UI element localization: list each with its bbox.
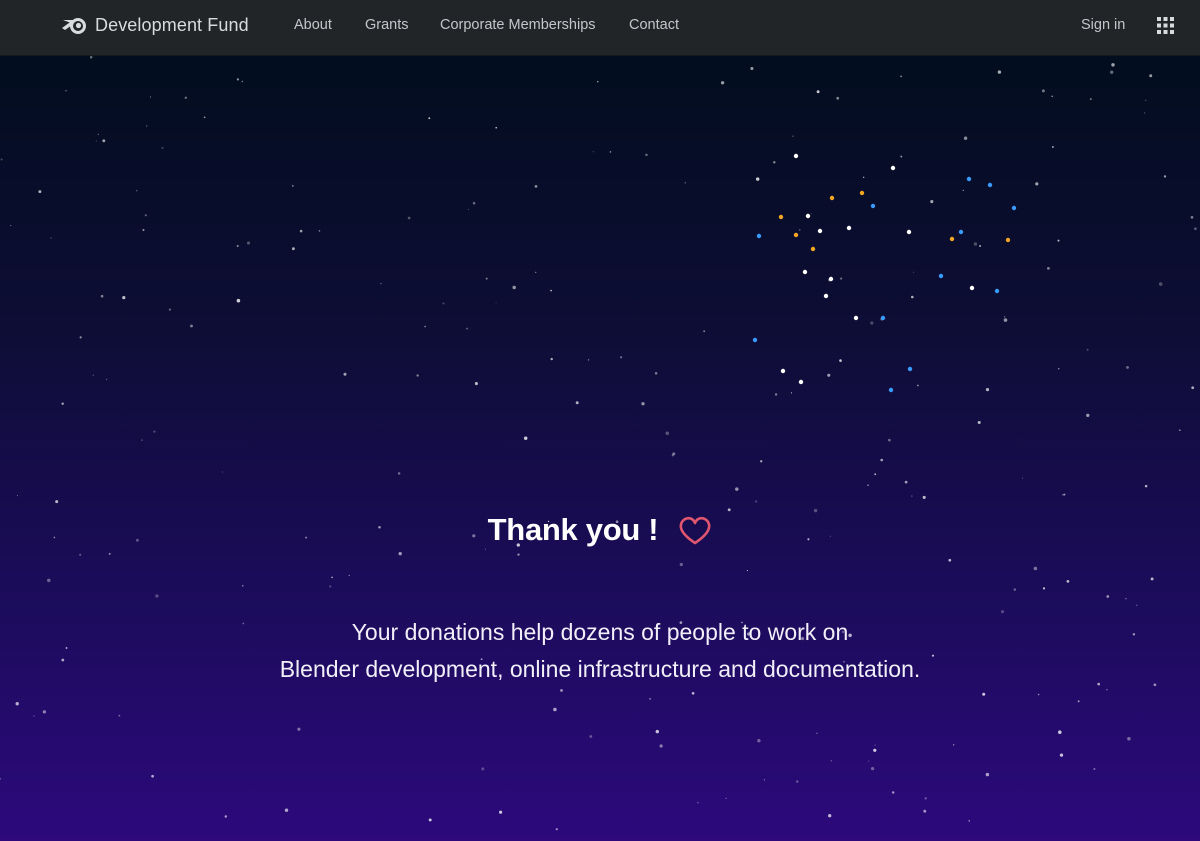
brand-link[interactable]: Development Fund: [61, 11, 249, 39]
donation-message-line-2: Blender development, online infrastructu…: [279, 656, 921, 682]
donation-message: Your donations help dozens of people to …: [0, 614, 1200, 688]
hero-section: Thank you ! Your donations help dozens o…: [0, 56, 1200, 841]
donation-message-line-1: Your donations help dozens of people to …: [351, 619, 849, 645]
nav-link-corporate-memberships[interactable]: Corporate Memberships: [440, 17, 596, 33]
top-navbar: Development Fund About Grants Corporate …: [0, 0, 1200, 56]
heart-outline-icon: [678, 516, 712, 546]
nav-link-about[interactable]: About: [294, 17, 332, 33]
grid-apps-icon[interactable]: [1157, 17, 1174, 34]
thank-you-heading-row: Thank you !: [0, 512, 1200, 548]
thank-you-title: Thank you !: [487, 512, 659, 547]
blender-logo-icon: [61, 14, 89, 36]
starfield-background: [0, 56, 1197, 831]
sign-in-link[interactable]: Sign in: [1081, 17, 1125, 33]
nav-link-contact[interactable]: Contact: [629, 17, 679, 33]
brand-title: Development Fund: [95, 14, 249, 35]
nav-link-grants[interactable]: Grants: [365, 17, 409, 33]
